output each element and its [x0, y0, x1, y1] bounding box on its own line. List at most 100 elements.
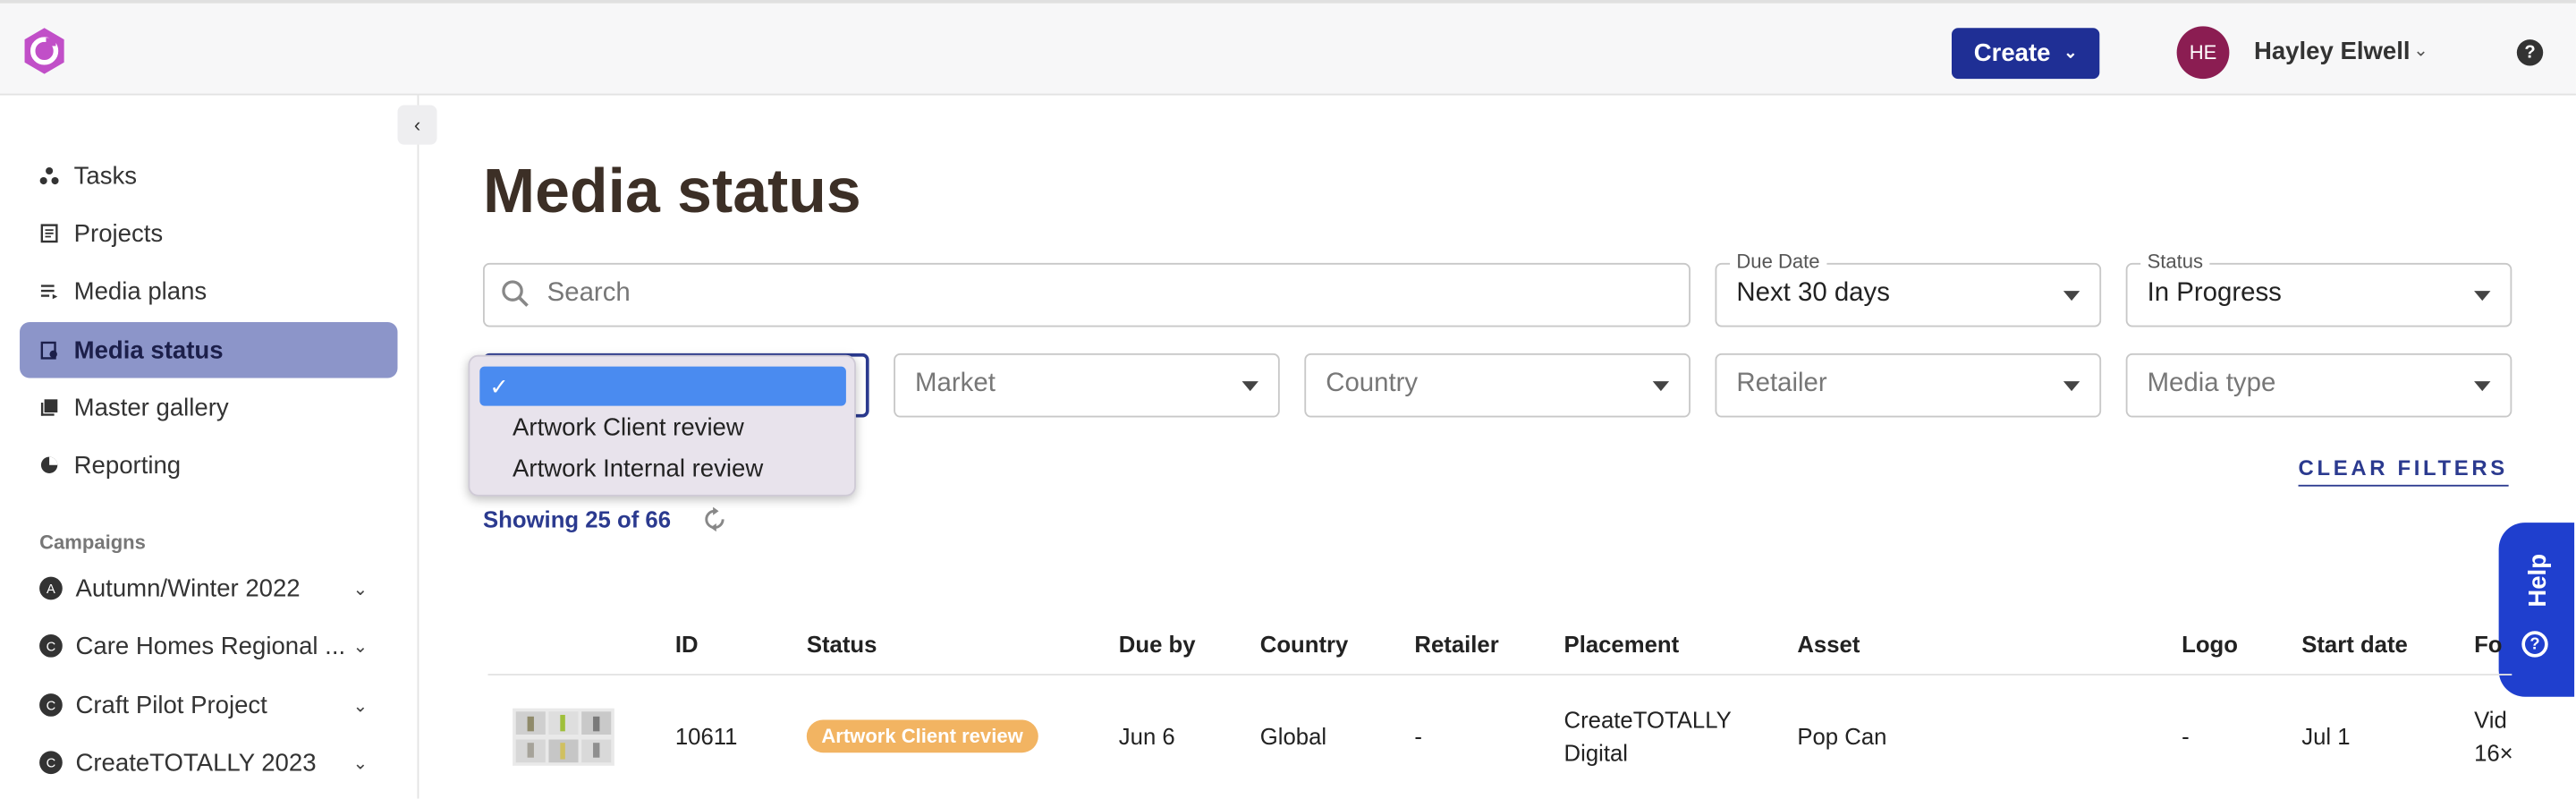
- campaign-badge: A: [39, 576, 63, 600]
- dropdown-option[interactable]: Artwork Internal review: [513, 455, 763, 483]
- market-select[interactable]: Market: [894, 353, 1280, 418]
- chevron-down-icon[interactable]: ⌄: [352, 578, 368, 599]
- user-name[interactable]: Hayley Elwell: [2254, 38, 2411, 65]
- cell-placement-line1: CreateTOTALLY: [1563, 706, 1732, 734]
- sidebar-item-label: Projects: [73, 219, 164, 248]
- search-icon: [502, 280, 529, 307]
- sidebar-item-master-gallery[interactable]: Master gallery: [20, 379, 397, 435]
- campaign-item[interactable]: C CreateTOTALLY 2023 ⌄: [39, 743, 368, 782]
- campaign-badge: C: [39, 633, 63, 658]
- search-placeholder: Search: [547, 279, 631, 308]
- column-header-status[interactable]: Status: [807, 631, 877, 657]
- chevron-down-icon[interactable]: ⌄: [352, 752, 368, 773]
- asset-thumbnail[interactable]: [513, 708, 614, 766]
- chevron-down-icon[interactable]: ⌄: [352, 635, 368, 657]
- refresh-icon[interactable]: [701, 506, 727, 532]
- column-header-asset[interactable]: Asset: [1797, 631, 1860, 657]
- due-date-value: Next 30 days: [1736, 279, 1890, 308]
- top-bar: Create ⌄ HE Hayley Elwell ⌄ ?: [0, 0, 2576, 96]
- sidebar-item-media-status[interactable]: Media status: [20, 321, 398, 378]
- caret-down-icon: [2063, 291, 2080, 302]
- campaign-item[interactable]: C Care Homes Regional ... ⌄: [39, 626, 368, 666]
- dropdown-option[interactable]: Artwork Client review: [513, 414, 744, 442]
- help-widget-button[interactable]: Help ?: [2498, 523, 2575, 697]
- media-type-select[interactable]: Media type: [2125, 353, 2512, 418]
- market-placeholder: Market: [915, 370, 996, 398]
- column-header-due-by[interactable]: Due by: [1119, 631, 1196, 657]
- reporting-icon: [39, 455, 59, 475]
- create-button[interactable]: Create ⌄: [1951, 28, 2100, 80]
- campaign-item[interactable]: C Craft Pilot Project ⌄: [39, 685, 368, 725]
- help-question-icon: ?: [2521, 631, 2548, 658]
- column-header-logo[interactable]: Logo: [2182, 631, 2238, 657]
- media-type-placeholder: Media type: [2147, 370, 2276, 398]
- cell-country: Global: [1259, 723, 1327, 750]
- cell-format-line1: Vid: [2474, 706, 2507, 734]
- campaign-badge: C: [39, 693, 63, 717]
- media-plans-icon: [39, 281, 59, 301]
- dropdown-option-selected[interactable]: ✓: [479, 366, 846, 406]
- retailer-select[interactable]: Retailer: [1715, 353, 2102, 418]
- sidebar-item-media-plans[interactable]: Media plans: [20, 263, 397, 319]
- cell-asset: Pop Can: [1797, 723, 1887, 750]
- collapse-sidebar-button[interactable]: ‹: [397, 105, 437, 145]
- column-header-placement[interactable]: Placement: [1564, 631, 1680, 657]
- sidebar-item-label: Media status: [73, 336, 224, 364]
- help-icon[interactable]: ?: [2516, 39, 2544, 66]
- column-header-format[interactable]: Fo: [2474, 631, 2502, 657]
- sidebar-item-tasks[interactable]: Tasks: [20, 148, 397, 203]
- status-badge: Artwork Client review: [806, 719, 1038, 753]
- column-header-start-date[interactable]: Start date: [2301, 631, 2408, 657]
- status-legend: Status: [2140, 250, 2210, 273]
- user-menu-chevron-icon[interactable]: ⌄: [2413, 39, 2428, 61]
- caret-down-icon: [2474, 381, 2491, 392]
- campaigns-heading: Campaigns: [39, 531, 146, 554]
- campaign-label: Craft Pilot Project: [75, 691, 267, 719]
- caret-down-icon: [2474, 291, 2491, 302]
- chevron-down-icon[interactable]: ⌄: [352, 694, 368, 716]
- checkmark-icon: ✓: [489, 372, 509, 399]
- campaign-label: Care Homes Regional ...: [75, 632, 343, 660]
- sidebar-item-reporting[interactable]: Reporting: [20, 438, 397, 493]
- status-value: In Progress: [2147, 279, 2282, 308]
- help-label: Help: [2524, 553, 2553, 608]
- create-button-label: Create: [1973, 39, 2051, 68]
- caret-down-icon: [2063, 381, 2080, 392]
- cell-start-date: Jul 1: [2301, 723, 2351, 750]
- sidebar-item-label: Master gallery: [73, 393, 229, 422]
- sidebar-item-label: Tasks: [73, 161, 138, 191]
- column-header-id[interactable]: ID: [675, 631, 699, 657]
- country-select[interactable]: Country: [1304, 353, 1690, 418]
- avatar[interactable]: HE: [2176, 26, 2230, 80]
- sidebar-item-label: Reporting: [73, 451, 182, 480]
- campaign-badge: C: [39, 751, 63, 775]
- campaign-label: CreateTOTALLY 2023: [75, 748, 317, 777]
- column-header-country[interactable]: Country: [1260, 631, 1349, 657]
- sidebar-item-projects[interactable]: Projects: [20, 206, 397, 261]
- due-date-legend: Due Date: [1730, 250, 1826, 273]
- cell-logo: -: [2182, 723, 2190, 750]
- gallery-icon: [39, 397, 59, 417]
- status-select[interactable]: Status In Progress: [2125, 250, 2512, 327]
- due-date-select[interactable]: Due Date Next 30 days: [1715, 250, 2102, 327]
- app-logo-icon[interactable]: [20, 26, 69, 75]
- country-placeholder: Country: [1326, 370, 1419, 398]
- column-header-retailer[interactable]: Retailer: [1414, 631, 1498, 657]
- search-input[interactable]: Search: [482, 262, 1690, 327]
- cell-due-by: Jun 6: [1118, 723, 1175, 750]
- cell-id: 10611: [674, 723, 738, 750]
- cell-format-line2: 16×: [2474, 739, 2513, 766]
- campaign-label: Autumn/Winter 2022: [75, 574, 301, 603]
- status-dropdown-menu: ✓ Artwork Client review Artwork Internal…: [468, 354, 856, 497]
- retailer-placeholder: Retailer: [1736, 370, 1827, 398]
- results-count: Showing 25 of 66: [482, 506, 672, 533]
- campaign-item[interactable]: A Autumn/Winter 2022 ⌄: [39, 568, 368, 608]
- projects-icon: [39, 224, 59, 243]
- sidebar-item-label: Media plans: [73, 276, 208, 305]
- status-badge-label: Artwork Client review: [821, 724, 1023, 748]
- clear-filters-link[interactable]: CLEAR FILTERS: [2298, 455, 2508, 487]
- tasks-icon: [39, 166, 59, 186]
- caret-down-icon: [1241, 381, 1258, 392]
- media-status-icon: [39, 340, 59, 360]
- chevron-down-icon: ⌄: [2063, 44, 2078, 63]
